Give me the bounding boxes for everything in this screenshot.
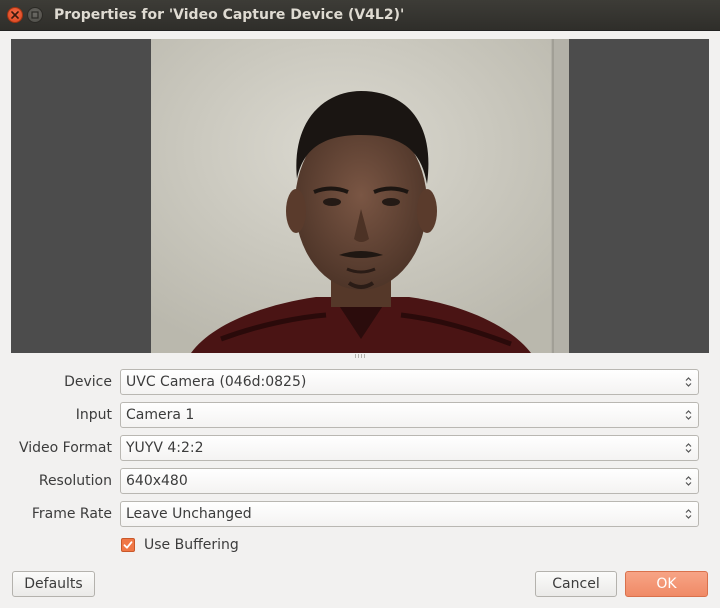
frame-rate-row: Frame Rate Leave Unchanged (0, 501, 720, 527)
ok-button[interactable]: OK (625, 571, 708, 597)
combo-arrows-icon (685, 509, 692, 519)
cancel-button[interactable]: Cancel (535, 571, 617, 597)
combo-arrows-icon (685, 410, 692, 420)
resolution-value: 640x480 (126, 473, 188, 489)
device-label: Device (64, 374, 112, 390)
use-buffering-label: Use Buffering (144, 537, 239, 553)
camera-frame (151, 39, 569, 353)
input-row: Input Camera 1 (0, 402, 720, 428)
combo-arrows-icon (685, 443, 692, 453)
camera-image (151, 39, 569, 353)
device-value: UVC Camera (046d:0825) (126, 374, 307, 390)
frame-rate-value: Leave Unchanged (126, 506, 252, 522)
combo-arrows-icon (685, 476, 692, 486)
use-buffering-checkbox[interactable] (121, 538, 135, 552)
properties-dialog: Properties for 'Video Capture Device (V4… (0, 0, 720, 608)
video-preview (11, 39, 709, 353)
maximize-icon (31, 11, 39, 19)
checkmark-icon (123, 541, 133, 549)
video-format-value: YUYV 4:2:2 (126, 440, 204, 456)
input-value: Camera 1 (126, 407, 195, 423)
frame-rate-label: Frame Rate (31, 506, 112, 522)
resolution-select[interactable]: 640x480 (120, 468, 699, 494)
defaults-button[interactable]: Defaults (12, 571, 95, 597)
resolution-row: Resolution 640x480 (0, 468, 720, 494)
resolution-label: Resolution (38, 473, 112, 489)
input-label: Input (75, 407, 112, 423)
close-icon (11, 11, 19, 19)
close-window-button[interactable] (7, 7, 23, 23)
use-buffering-option: Use Buffering (121, 536, 239, 554)
window-title: Properties for 'Video Capture Device (V4… (54, 7, 405, 23)
video-format-select[interactable]: YUYV 4:2:2 (120, 435, 699, 461)
combo-arrows-icon (685, 377, 692, 387)
maximize-window-button[interactable] (27, 7, 43, 23)
title-bar: Properties for 'Video Capture Device (V4… (0, 0, 720, 31)
video-format-row: Video Format YUYV 4:2:2 (0, 435, 720, 461)
device-row: Device UVC Camera (046d:0825) (0, 369, 720, 395)
input-select[interactable]: Camera 1 (120, 402, 699, 428)
device-select[interactable]: UVC Camera (046d:0825) (120, 369, 699, 395)
preview-splitter-handle[interactable] (352, 354, 368, 358)
video-format-label: Video Format (18, 440, 112, 456)
frame-rate-select[interactable]: Leave Unchanged (120, 501, 699, 527)
